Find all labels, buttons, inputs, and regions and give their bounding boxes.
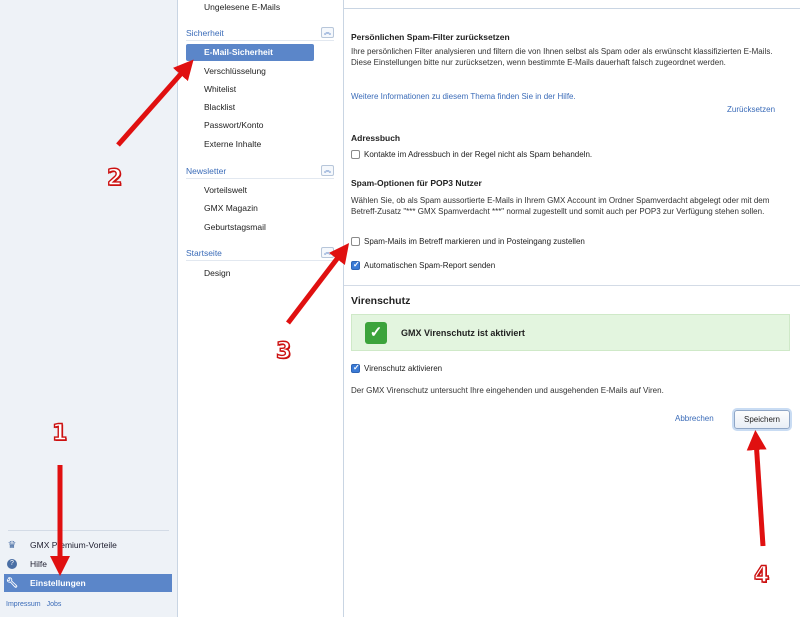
collapse-icon[interactable]: ︽	[321, 247, 334, 258]
subnav-item-email-security[interactable]: E-Mail-Sicherheit	[186, 44, 314, 61]
subnav-item-design[interactable]: Design	[204, 268, 230, 278]
virus-checkbox[interactable]	[351, 363, 360, 373]
virus-title: Virenschutz	[351, 295, 411, 307]
settings-subnav: Ungelesene E-Mails Sicherheit ︽ E-Mail-S…	[178, 0, 344, 617]
subnav-group-title: Startseite	[186, 247, 222, 258]
jobs-link[interactable]: Jobs	[47, 601, 62, 608]
subnav-item-password[interactable]: Passwort/Konto	[204, 120, 264, 130]
reset-link[interactable]: Zurücksetzen	[727, 105, 775, 114]
subnav-item-birthday[interactable]: Geburtstagsmail	[204, 222, 266, 232]
footer-links: Impressum Jobs	[6, 601, 61, 608]
nav-item-label: Einstellungen	[30, 578, 86, 588]
help-icon: ?	[7, 559, 17, 569]
subnav-group-title: Sicherheit	[186, 27, 224, 38]
reset-title: Persönlichen Spam-Filter zurücksetzen	[351, 32, 510, 42]
pop3-text: Wählen Sie, ob als Spam aussortierte E-M…	[351, 196, 770, 216]
virus-text: Der GMX Virenschutz untersucht Ihre eing…	[351, 386, 664, 395]
addressbook-checkbox-label: Kontakte im Adressbuch in der Regel nich…	[364, 150, 593, 159]
crown-icon: ♛	[7, 539, 17, 551]
subnav-item-unread[interactable]: Ungelesene E-Mails	[204, 2, 280, 12]
collapse-icon[interactable]: ︽	[321, 27, 334, 38]
spam-report-label: Automatischen Spam-Report senden	[364, 261, 496, 270]
impressum-link[interactable]: Impressum	[6, 601, 41, 608]
subnav-group-security[interactable]: Sicherheit ︽	[186, 25, 334, 41]
subnav-item-magazin[interactable]: GMX Magazin	[204, 203, 258, 213]
subnav-item-external[interactable]: Externe Inhalte	[204, 139, 261, 149]
settings-content: Persönlichen Spam-Filter zurücksetzen Ih…	[344, 0, 800, 617]
top-divider	[344, 8, 800, 9]
addressbook-checkbox[interactable]	[351, 150, 360, 159]
left-nav-divider	[8, 530, 169, 531]
nav-item-settings[interactable]: 🔧︎ Einstellungen	[4, 574, 172, 592]
annotation-4: 4	[753, 562, 770, 588]
nav-item-help[interactable]: ? Hilfe	[4, 555, 172, 573]
subnav-group-title: Newsletter	[186, 165, 227, 176]
subnav-item-encryption[interactable]: Verschlüsselung	[204, 66, 266, 76]
subnav-item-whitelist[interactable]: Whitelist	[204, 84, 236, 94]
virus-checkbox-row[interactable]: Virenschutz aktivieren	[351, 363, 443, 373]
cancel-button[interactable]: Abbrechen	[675, 414, 714, 423]
section-divider	[344, 285, 800, 286]
subnav-group-startpage[interactable]: Startseite ︽	[186, 245, 334, 261]
collapse-icon[interactable]: ︽	[321, 165, 334, 176]
spam-subject-label: Spam-Mails im Betreff markieren und in P…	[364, 237, 585, 246]
annotation-2: 2	[106, 165, 123, 191]
nav-item-label: GMX Premium-Vorteile	[30, 540, 117, 550]
pop3-option2-row[interactable]: Automatischen Spam-Report senden	[351, 260, 496, 270]
nav-item-premium[interactable]: ♛ GMX Premium-Vorteile	[4, 536, 172, 554]
annotation-3: 3	[275, 338, 292, 364]
subnav-item-blacklist[interactable]: Blacklist	[204, 102, 235, 112]
reset-text: Ihre persönlichen Filter analysieren und…	[351, 47, 773, 67]
virus-status-text: GMX Virenschutz ist aktiviert	[401, 327, 525, 338]
save-button[interactable]: Speichern	[734, 410, 790, 429]
spam-report-checkbox[interactable]	[351, 260, 360, 270]
wrench-icon: 🔧︎	[5, 577, 19, 589]
virus-status-box: ✓ GMX Virenschutz ist aktiviert	[351, 314, 790, 351]
addressbook-title: Adressbuch	[351, 133, 401, 143]
pop3-title: Spam-Optionen für POP3 Nutzer	[351, 178, 482, 188]
spam-subject-checkbox[interactable]	[351, 237, 360, 246]
nav-item-label: Hilfe	[30, 559, 48, 569]
help-link[interactable]: Weitere Informationen zu diesem Thema fi…	[351, 91, 791, 102]
virus-checkbox-label: Virenschutz aktivieren	[364, 364, 443, 373]
addressbook-checkbox-row[interactable]: Kontakte im Adressbuch in der Regel nich…	[351, 150, 592, 159]
subnav-group-newsletter[interactable]: Newsletter ︽	[186, 163, 334, 179]
check-icon: ✓	[365, 321, 387, 344]
subnav-item-vorteilswelt[interactable]: Vorteilswelt	[204, 185, 247, 195]
annotation-1: 1	[51, 420, 68, 446]
pop3-option1-row[interactable]: Spam-Mails im Betreff markieren und in P…	[351, 237, 585, 246]
left-navigation: ♛ GMX Premium-Vorteile ? Hilfe 🔧︎ Einste…	[0, 0, 178, 617]
